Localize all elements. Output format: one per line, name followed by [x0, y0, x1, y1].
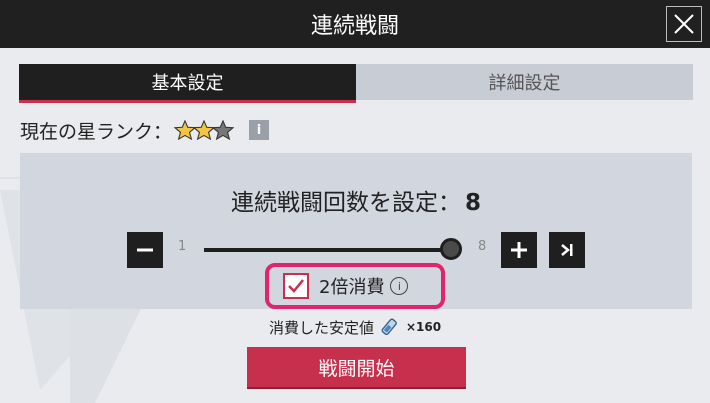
rank-info-icon[interactable]: i: [249, 120, 270, 140]
start-battle-label: 戦闘開始: [318, 357, 395, 380]
battle-count-label: 連続戦闘回数を設定：: [230, 190, 461, 216]
dialog-title-bar: 連続戦闘: [0, 0, 710, 48]
slider-max-label: 8: [478, 239, 487, 254]
plus-icon: [511, 242, 527, 258]
battle-count-value: 8: [464, 190, 481, 216]
increment-button[interactable]: [501, 232, 537, 268]
double-consume-info-icon[interactable]: i: [390, 277, 409, 295]
double-consume-label: 2倍消費: [319, 277, 385, 298]
stamina-vial-icon: [381, 318, 397, 336]
battle-count-heading: 連続戦闘回数を設定： 8: [20, 183, 692, 217]
consumed-stamina-amount: ×160: [405, 320, 442, 334]
close-icon: [674, 14, 694, 34]
tab-detailed-settings[interactable]: 詳細設定: [356, 64, 693, 100]
slider-min-label: 1: [178, 239, 187, 254]
skip-to-max-icon: [561, 244, 573, 256]
slider-track[interactable]: [204, 248, 451, 252]
tab-basic-label: 基本設定: [151, 73, 224, 94]
max-button[interactable]: [549, 232, 585, 268]
star-rank-label: 現在の星ランク：: [20, 120, 173, 143]
star-empty-icon: [212, 120, 235, 140]
star-rank-display: [174, 120, 235, 140]
start-battle-button[interactable]: 戦闘開始: [247, 347, 466, 387]
minus-icon: [137, 248, 153, 252]
star-rank-row: 現在の星ランク： i: [20, 116, 270, 144]
decrement-button[interactable]: [127, 232, 163, 268]
tab-basic-settings[interactable]: 基本設定: [19, 64, 356, 103]
close-button[interactable]: [666, 6, 702, 42]
double-consume-checkbox[interactable]: [283, 273, 309, 299]
tab-detailed-label: 詳細設定: [488, 73, 561, 94]
double-consume-toggle[interactable]: 2倍消費 i: [265, 263, 445, 309]
slider-thumb[interactable]: [440, 238, 462, 260]
settings-tabs: 基本設定 詳細設定: [19, 64, 693, 103]
dialog-title: 連続戦闘: [310, 14, 399, 39]
checkmark-icon: [288, 279, 304, 293]
consumed-stamina-label: 消費した安定値: [268, 318, 374, 337]
consumed-stamina-row: 消費した安定値 ×160: [0, 316, 710, 338]
